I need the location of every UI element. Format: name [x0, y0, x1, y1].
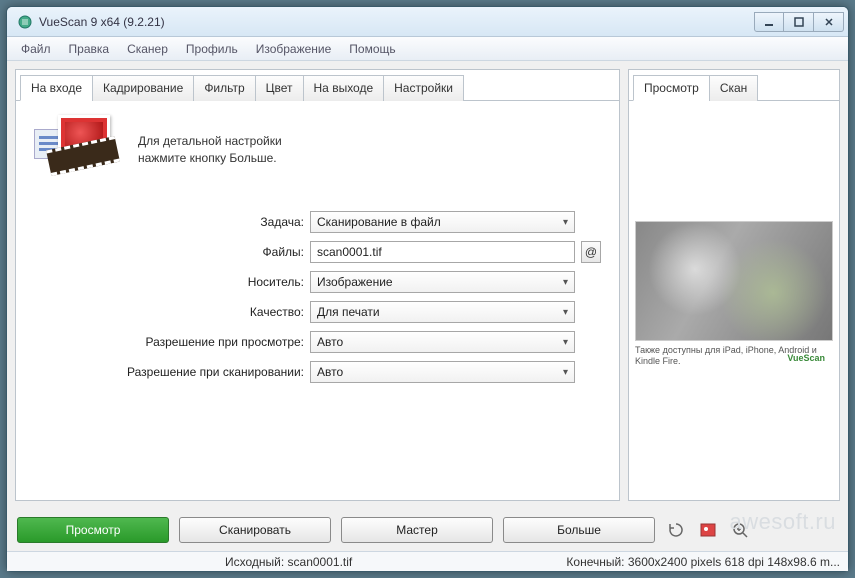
wizard-button[interactable]: Мастер: [341, 517, 493, 543]
tab-color[interactable]: Цвет: [255, 75, 304, 101]
window-title: VueScan 9 x64 (9.2.21): [39, 15, 754, 29]
tab-filter[interactable]: Фильтр: [193, 75, 255, 101]
vuescan-logo: VueScan: [787, 353, 825, 363]
rotate-icon[interactable]: [665, 519, 687, 541]
scanner-icon: [34, 115, 124, 185]
tab-output[interactable]: На выходе: [303, 75, 385, 101]
more-button[interactable]: Больше: [503, 517, 655, 543]
preview-tabs: Просмотр Скан: [629, 70, 839, 101]
menu-image[interactable]: Изображение: [248, 39, 340, 59]
tab-input-body: Для детальной настройки нажмите кнопку Б…: [16, 101, 619, 500]
intro-text: Для детальной настройки нажмите кнопку Б…: [138, 133, 282, 168]
status-source: Исходный: scan0001.tif: [217, 555, 360, 569]
quality-label: Качество:: [34, 305, 304, 319]
titlebar[interactable]: VueScan 9 x64 (9.2.21): [7, 7, 848, 37]
scan-button[interactable]: Сканировать: [179, 517, 331, 543]
res-scan-combo[interactable]: Авто: [310, 361, 575, 383]
content-area: На входе Кадрирование Фильтр Цвет На вых…: [7, 61, 848, 509]
menu-edit[interactable]: Правка: [61, 39, 118, 59]
preview-button[interactable]: Просмотр: [17, 517, 169, 543]
menu-help[interactable]: Помощь: [341, 39, 403, 59]
minimize-button[interactable]: [754, 12, 784, 32]
close-button[interactable]: [814, 12, 844, 32]
preview-thumbnail: Также доступны для iPad, iPhone, Android…: [635, 221, 833, 367]
maximize-button[interactable]: [784, 12, 814, 32]
tab-scan[interactable]: Скан: [709, 75, 758, 101]
files-at-button[interactable]: @: [581, 241, 601, 263]
image-icon[interactable]: [697, 519, 719, 541]
res-preview-label: Разрешение при просмотре:: [34, 335, 304, 349]
tab-crop[interactable]: Кадрирование: [92, 75, 194, 101]
quality-combo[interactable]: Для печати: [310, 301, 575, 323]
media-combo[interactable]: Изображение: [310, 271, 575, 293]
menu-scanner[interactable]: Сканер: [119, 39, 176, 59]
task-combo[interactable]: Сканирование в файл: [310, 211, 575, 233]
zoom-icon[interactable]: [729, 519, 751, 541]
tab-input[interactable]: На входе: [20, 75, 93, 101]
settings-tabs: На входе Кадрирование Фильтр Цвет На вых…: [16, 70, 619, 101]
task-label: Задача:: [34, 215, 304, 229]
res-scan-label: Разрешение при сканировании:: [34, 365, 304, 379]
preview-area[interactable]: Также доступны для iPad, iPhone, Android…: [629, 101, 839, 500]
files-input[interactable]: scan0001.tif: [310, 241, 575, 263]
status-bar: Исходный: scan0001.tif Конечный: 3600x24…: [7, 551, 848, 571]
media-label: Носитель:: [34, 275, 304, 289]
app-icon: [17, 14, 33, 30]
res-preview-combo[interactable]: Авто: [310, 331, 575, 353]
tab-preview[interactable]: Просмотр: [633, 75, 710, 101]
menubar: Файл Правка Сканер Профиль Изображение П…: [7, 37, 848, 61]
tab-prefs[interactable]: Настройки: [383, 75, 464, 101]
menu-profile[interactable]: Профиль: [178, 39, 246, 59]
settings-pane: На входе Кадрирование Фильтр Цвет На вых…: [15, 69, 620, 501]
app-window: VueScan 9 x64 (9.2.21) Файл Правка Скане…: [6, 6, 849, 572]
preview-pane: Просмотр Скан Также доступны для iPad, i…: [628, 69, 840, 501]
menu-file[interactable]: Файл: [13, 39, 59, 59]
action-bar: Просмотр Сканировать Мастер Больше: [7, 509, 848, 551]
files-label: Файлы:: [34, 245, 304, 259]
status-dest: Конечный: 3600x2400 pixels 618 dpi 148x9…: [558, 555, 848, 569]
